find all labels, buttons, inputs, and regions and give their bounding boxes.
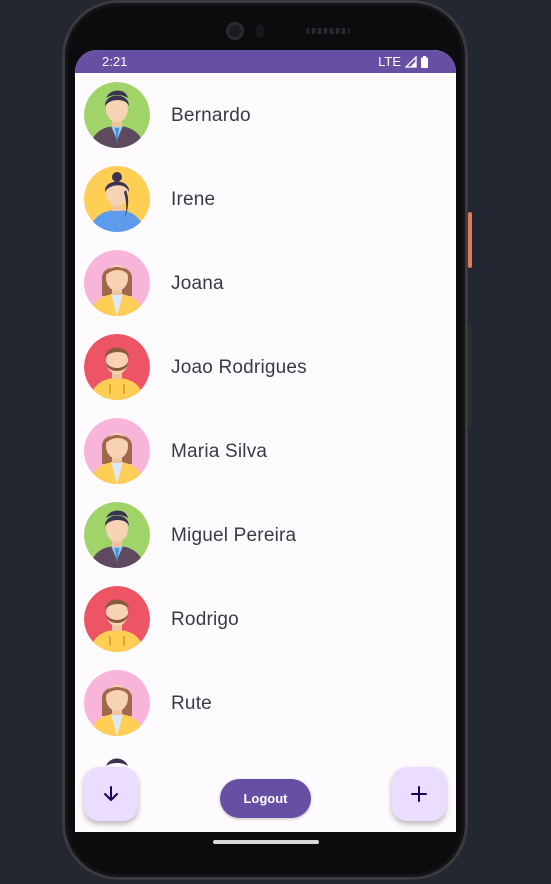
contact-name: Maria Silva [171, 441, 268, 462]
gesture-nav-handle[interactable] [213, 840, 319, 844]
contact-row-joana[interactable]: Joana [75, 241, 456, 325]
volume-button[interactable] [468, 322, 472, 430]
man-beard-red-avatar-icon [84, 586, 150, 652]
contact-list[interactable]: Bernardo Irene Joana Joao Rodrigues Mari… [75, 73, 456, 832]
woman-pink-avatar-icon [84, 670, 150, 736]
logout-button[interactable]: Logout [220, 779, 311, 818]
contact-name: Joana [171, 273, 224, 294]
scroll-down-button[interactable] [84, 767, 138, 821]
man-green-avatar-icon [84, 82, 150, 148]
contact-name: Bernardo [171, 105, 251, 126]
contact-name: Miguel Pereira [171, 525, 297, 546]
proximity-sensor-icon [256, 24, 264, 38]
status-indicators: LTE [378, 54, 428, 69]
earpiece-speaker-icon [306, 28, 350, 34]
arrow-down-icon [104, 786, 118, 801]
man-beard-red-avatar-icon [84, 334, 150, 400]
status-bar: 2:21 LTE [75, 50, 456, 73]
contact-name: Rute [171, 693, 212, 714]
woman-pink-avatar-icon [84, 250, 150, 316]
woman-bun-yellow-avatar-icon [84, 166, 150, 232]
front-camera-icon [226, 22, 244, 40]
contact-row-miguel-pereira[interactable]: Miguel Pereira [75, 493, 456, 577]
contact-row-maria-silva[interactable]: Maria Silva [75, 409, 456, 493]
man-green-avatar-icon [84, 502, 150, 568]
contact-row-rodrigo[interactable]: Rodrigo [75, 577, 456, 661]
contact-row-joao-rodrigues[interactable]: Joao Rodrigues [75, 325, 456, 409]
network-type: LTE [378, 54, 401, 69]
contact-row-irene[interactable]: Irene [75, 157, 456, 241]
woman-pink-avatar-icon [84, 418, 150, 484]
app-screen: 2:21 LTE Bernardo Irene Joana Joao Rodri… [75, 50, 456, 832]
plus-icon [411, 786, 427, 802]
contact-name: Rodrigo [171, 609, 239, 630]
contact-row-bernardo[interactable]: Bernardo [75, 73, 456, 157]
status-time: 2:21 [102, 54, 128, 69]
contact-name: Irene [171, 189, 216, 210]
contact-row-rute[interactable]: Rute [75, 661, 456, 745]
signal-icon [405, 55, 417, 68]
battery-icon [421, 55, 428, 68]
emulator-stage: 2:21 LTE Bernardo Irene Joana Joao Rodri… [0, 0, 551, 884]
contact-name: Joao Rodrigues [171, 357, 307, 378]
power-button[interactable] [468, 212, 472, 268]
add-contact-button[interactable] [392, 767, 446, 821]
